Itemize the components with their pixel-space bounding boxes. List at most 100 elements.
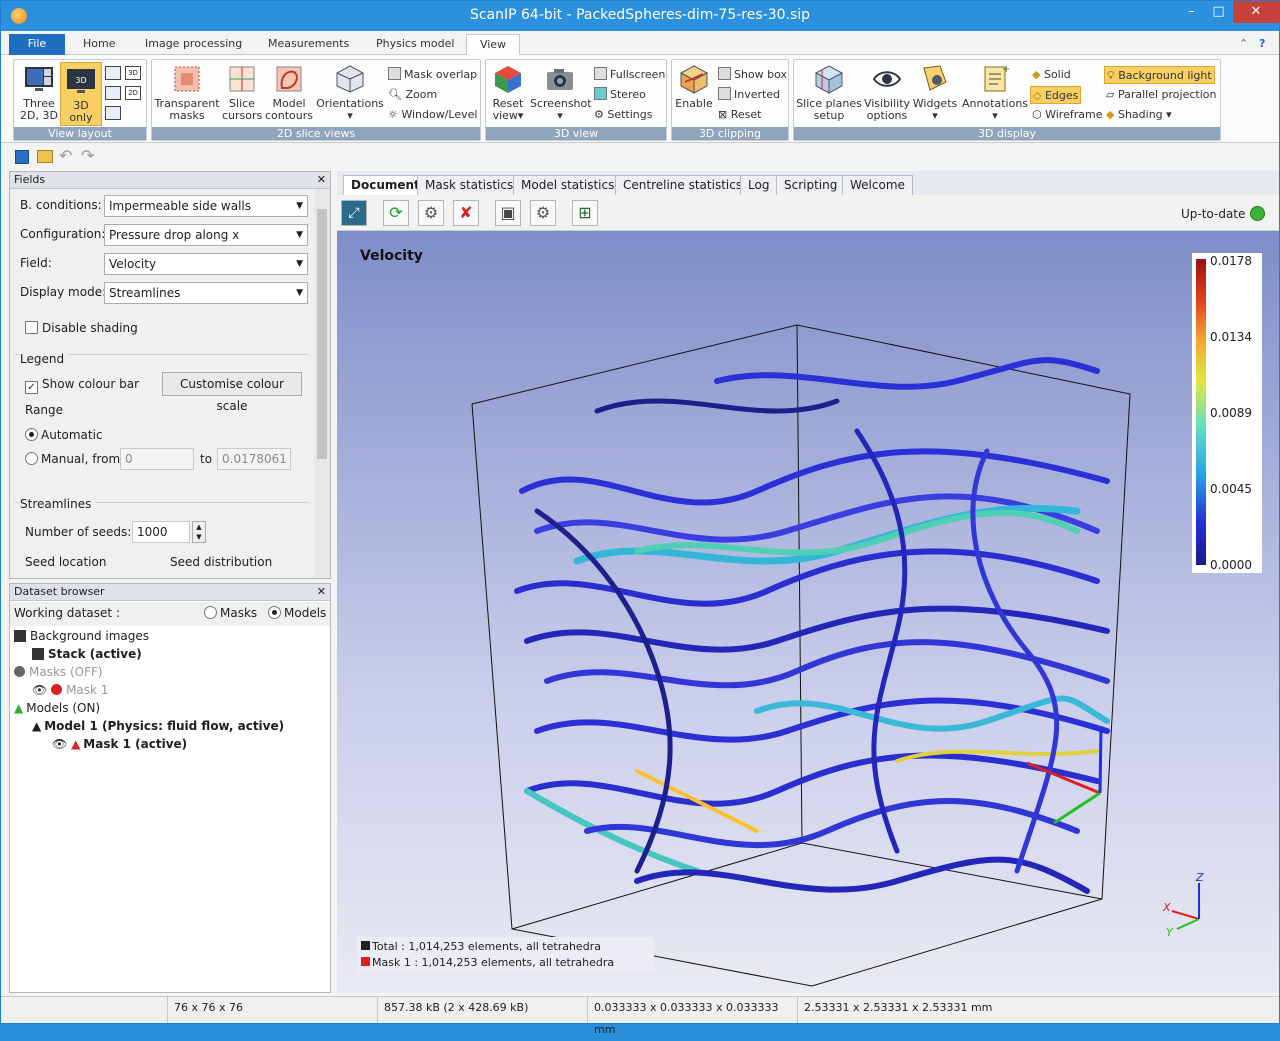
screenshot-button[interactable]: Screenshot ▾	[530, 64, 592, 122]
zoom-button[interactable]: 🔍︎ Zoom	[388, 86, 437, 104]
maximize-button[interactable]: □	[1205, 1, 1232, 23]
fields-panel-header: Fields ✕	[10, 172, 330, 189]
gear-icon[interactable]: ⚙	[418, 200, 444, 226]
document-tabs: Document Mask statistics Model statistic…	[337, 171, 1279, 195]
manual-radio[interactable]: Manual, from	[25, 452, 120, 466]
dataset-close-icon[interactable]: ✕	[317, 584, 326, 600]
edges-button[interactable]: ◇ Edges	[1030, 86, 1082, 104]
tree-model-1[interactable]: ▲ Model 1 (Physics: fluid flow, active)	[32, 719, 284, 733]
open-folder-icon[interactable]	[37, 150, 53, 163]
slice-planes-icon	[814, 65, 844, 94]
delete-x-icon[interactable]: ✘	[453, 200, 479, 226]
masks-radio[interactable]: Masks	[204, 606, 257, 620]
tree-mask-1[interactable]: 👁︎ Mask 1	[32, 683, 108, 697]
tab-document[interactable]: Document	[343, 175, 428, 195]
background-light-button[interactable]: 💡︎ Background light	[1104, 66, 1215, 84]
layout-3d-icon[interactable]: 3D	[125, 66, 141, 80]
refresh-icon[interactable]: ⟳	[383, 200, 409, 226]
slice-planes-setup-button[interactable]: Slice planes setup	[796, 64, 862, 122]
help-icon[interactable]: ?	[1249, 34, 1275, 55]
scrollbar-thumb[interactable]	[317, 209, 327, 459]
layout-grid-icon[interactable]	[105, 66, 121, 80]
fullscreen-button[interactable]: Fullscreen	[594, 66, 665, 84]
tab-home[interactable]: Home	[73, 34, 125, 55]
shading-button[interactable]: ◆ Shading ▾	[1106, 106, 1172, 124]
tree-background-images[interactable]: Background images	[14, 629, 149, 643]
b-conditions-select[interactable]: Impermeable side walls ▼	[104, 195, 308, 217]
undo-icon[interactable]: ↶	[59, 146, 72, 165]
configuration-value: Pressure drop along x	[109, 228, 240, 242]
tree-mask-1-active[interactable]: 👁︎ ▲ Mask 1 (active)	[52, 737, 187, 751]
minimize-button[interactable]: –	[1178, 1, 1205, 23]
seeds-spinner[interactable]: ▲ ▼	[192, 521, 206, 543]
reset-clipping-label: Reset	[730, 108, 762, 121]
settings-button[interactable]: ⚙ Settings	[594, 106, 652, 124]
transparent-masks-button[interactable]: Transparent masks	[154, 64, 220, 122]
tab-measurements[interactable]: Measurements	[258, 34, 359, 55]
range-min-input[interactable]: 0	[120, 448, 194, 470]
mask-overlap-button[interactable]: Mask overlap	[388, 66, 477, 84]
tab-view[interactable]: View	[466, 34, 520, 55]
radio-icon	[25, 452, 38, 465]
range-max-input[interactable]: 0.0178061	[217, 448, 291, 470]
group-label: 3D display	[794, 127, 1220, 140]
configuration-select[interactable]: Pressure drop along x ▼	[104, 224, 308, 246]
fields-scrollbar[interactable]	[314, 189, 330, 578]
field-select[interactable]: Velocity ▼	[104, 253, 308, 275]
tree-stack-active[interactable]: Stack (active)	[32, 647, 142, 661]
stereo-button[interactable]: Stereo	[594, 86, 646, 104]
fields-close-icon[interactable]: ✕	[317, 172, 326, 188]
model-contours-button[interactable]: Model contours	[264, 64, 314, 122]
working-dataset-label: Working dataset :	[14, 606, 120, 620]
customise-colour-scale-button[interactable]: Customise colour scale	[162, 372, 302, 413]
enable-clipping-button[interactable]: Enable	[674, 64, 714, 110]
number-of-seeds-input[interactable]: 1000	[132, 521, 190, 543]
tab-welcome[interactable]: Welcome	[842, 175, 913, 195]
display-mode-select[interactable]: Streamlines ▼	[104, 282, 308, 304]
tab-model-statistics[interactable]: Model statistics	[513, 175, 623, 195]
visibility-label-2: options	[866, 109, 908, 122]
status-led-icon	[1250, 206, 1265, 221]
layout-single-icon[interactable]	[105, 106, 121, 120]
inverted-button[interactable]: Inverted	[718, 86, 780, 104]
slice-cursors-button[interactable]: Slice cursors	[222, 64, 262, 122]
redo-icon[interactable]: ↷	[81, 146, 94, 165]
visibility-options-button[interactable]: Visibility options	[862, 64, 912, 122]
parallel-projection-button[interactable]: ▱ Parallel projection	[1106, 86, 1216, 104]
add-film-icon[interactable]: ⊞	[572, 200, 598, 226]
layout-2d-icon[interactable]: 2D	[125, 86, 141, 100]
3d-viewport[interactable]: Velocity Z X Y 0.0178 0.0134 0.0089 0.00…	[337, 231, 1279, 993]
tree-models-on[interactable]: ▲ Models (ON)	[14, 701, 100, 715]
wireframe-button[interactable]: ⬡ Wireframe	[1032, 106, 1102, 124]
tab-physics-model[interactable]: Physics model	[366, 34, 464, 55]
tab-image-processing[interactable]: Image processing	[135, 34, 252, 55]
tab-scripting[interactable]: Scripting	[776, 175, 846, 195]
widgets-button[interactable]: Widgets ▾	[912, 64, 958, 122]
close-button[interactable]: ✕	[1233, 1, 1279, 23]
mesh-settings-gear-icon[interactable]: ⚙	[530, 200, 556, 226]
tab-log[interactable]: Log	[740, 175, 778, 195]
number-of-seeds-label: Number of seeds:	[25, 525, 132, 539]
layout-split-icon[interactable]	[105, 86, 121, 100]
3d-only-button[interactable]: 3D 3D only	[60, 62, 102, 126]
status-extent: 2.53331 x 2.53331 x 2.53331 mm	[797, 997, 1005, 1023]
tree-masks-off[interactable]: Masks (OFF)	[14, 665, 103, 679]
solid-button[interactable]: ◆ Solid	[1032, 66, 1071, 84]
disable-shading-checkbox[interactable]: Disable shading	[25, 321, 138, 335]
automatic-radio[interactable]: Automatic	[25, 428, 103, 442]
models-radio[interactable]: Models	[268, 606, 326, 620]
three-2d-3d-button[interactable]: Three 2D, 3D	[18, 64, 60, 122]
tab-mask-statistics[interactable]: Mask statistics	[417, 175, 522, 195]
show-colour-bar-checkbox[interactable]: ✓ Show colour bar	[25, 377, 139, 394]
save-icon[interactable]	[15, 150, 29, 164]
window-level-button[interactable]: ☼ Window/Level	[388, 106, 477, 124]
expand-icon[interactable]: ⤢	[341, 200, 367, 226]
tab-file[interactable]: File	[9, 34, 65, 55]
mesh-export-icon[interactable]: ▣	[495, 200, 521, 226]
reset-clipping-button[interactable]: ⊠ Reset	[718, 106, 761, 124]
reset-view-button[interactable]: Reset view▾	[488, 64, 528, 122]
show-box-button[interactable]: Show box	[718, 66, 787, 84]
annotations-button[interactable]: + Annotations ▾	[960, 64, 1030, 122]
orientations-button[interactable]: Orientations ▾	[316, 64, 384, 122]
tab-centreline-statistics[interactable]: Centreline statistics	[615, 175, 751, 195]
